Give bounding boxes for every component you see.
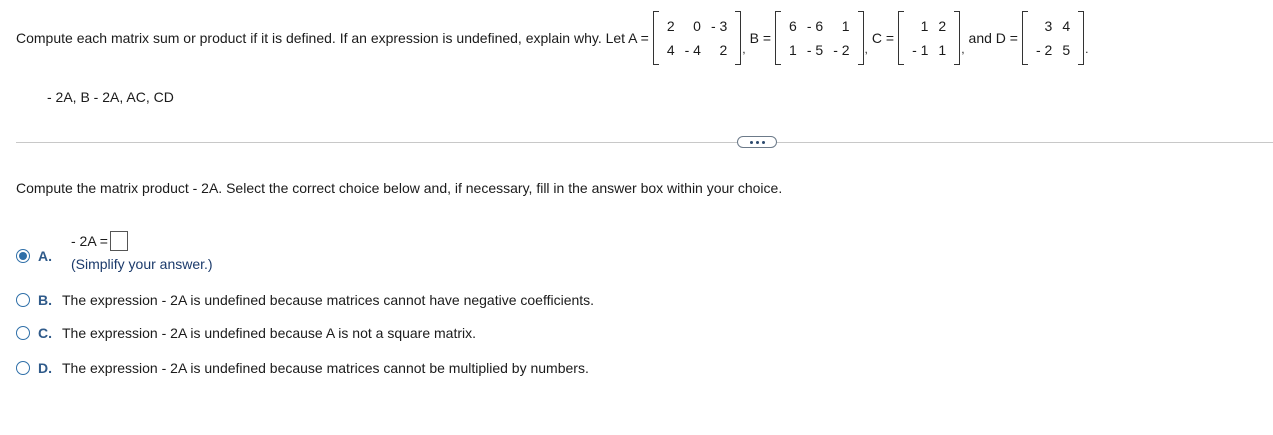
section-divider — [16, 142, 1273, 143]
answer-input-box[interactable] — [109, 231, 128, 251]
radio-button-d[interactable] — [16, 361, 30, 375]
matrix-b: 6 - 6 1 1 - 5 - 2 — [775, 11, 865, 65]
matrix-cell: - 3 — [710, 18, 728, 34]
radio-button-a[interactable] — [16, 249, 30, 263]
matrix-cell: - 2 — [833, 42, 850, 58]
radio-button-c[interactable] — [16, 326, 30, 340]
matrix-cell: 0 — [693, 18, 701, 34]
matrix-cell: 5 — [1062, 42, 1071, 58]
choice-letter: B. — [38, 292, 52, 308]
dot-icon — [761, 140, 765, 144]
radio-selected-dot-icon — [19, 252, 27, 260]
matrix-c: 1 2 - 1 1 — [898, 11, 961, 65]
matrix-cell: 2 — [938, 18, 947, 34]
matrix-cell: 1 — [789, 42, 797, 58]
matrix-cell: - 4 — [684, 42, 701, 58]
choice-d[interactable]: D. The expression - 2A is undefined beca… — [16, 360, 589, 376]
matrix-cell: - 5 — [806, 42, 824, 58]
matrix-cell: 2 — [719, 42, 728, 58]
problem-statement: Compute each matrix sum or product if it… — [16, 8, 1092, 68]
choice-b[interactable]: B. The expression - 2A is undefined beca… — [16, 292, 594, 308]
matrix-cell: 6 — [789, 18, 797, 34]
matrix-cell: 1 — [841, 18, 850, 34]
and-d-label: and D = — [968, 30, 1018, 46]
matrix-d: 3 4 - 2 5 — [1021, 11, 1085, 65]
matrix-cell: - 6 — [806, 18, 824, 34]
matrix-cell: 1 — [938, 42, 947, 58]
matrix-cell: 4 — [1062, 18, 1071, 34]
choice-text: The expression - 2A is undefined because… — [62, 292, 595, 308]
dot-icon — [755, 140, 759, 144]
choice-text: The expression - 2A is undefined because… — [62, 325, 477, 341]
question-text: Compute the matrix product - 2A. Select … — [16, 180, 783, 196]
matrix-cell: 1 — [920, 18, 929, 34]
choice-c[interactable]: C. The expression - 2A is undefined beca… — [16, 325, 476, 341]
matrix-cell: 2 — [666, 18, 675, 34]
comma: , — [961, 42, 965, 56]
expression-list: - 2A, B - 2A, AC, CD — [47, 89, 174, 105]
answer-row: - 2A = — [71, 230, 213, 252]
matrix-a: 2 0 - 3 4 - 4 2 — [652, 11, 742, 65]
matrix-cell: 4 — [666, 42, 675, 58]
comma: , — [864, 42, 868, 56]
choice-letter: C. — [38, 325, 52, 341]
simplify-hint: (Simplify your answer.) — [71, 256, 213, 272]
problem-intro: Compute each matrix sum or product if it… — [16, 30, 649, 46]
period: . — [1085, 42, 1089, 56]
choice-a[interactable]: A. — [16, 248, 62, 264]
matrix-cell: 3 — [1044, 18, 1053, 34]
c-label: C = — [871, 30, 895, 46]
choice-text: The expression - 2A is undefined because… — [62, 360, 589, 376]
b-label: B = — [749, 30, 772, 46]
comma: , — [742, 42, 746, 56]
radio-button-b[interactable] — [16, 293, 30, 307]
answer-prefix: - 2A = — [71, 233, 108, 249]
choice-letter: D. — [38, 360, 52, 376]
more-options-button[interactable] — [737, 136, 777, 148]
matrix-cell: - 2 — [1035, 42, 1053, 58]
answer-block-a: - 2A = (Simplify your answer.) — [71, 230, 213, 272]
choice-letter: A. — [38, 248, 52, 264]
dot-icon — [749, 140, 753, 144]
matrix-cell: - 1 — [912, 42, 929, 58]
